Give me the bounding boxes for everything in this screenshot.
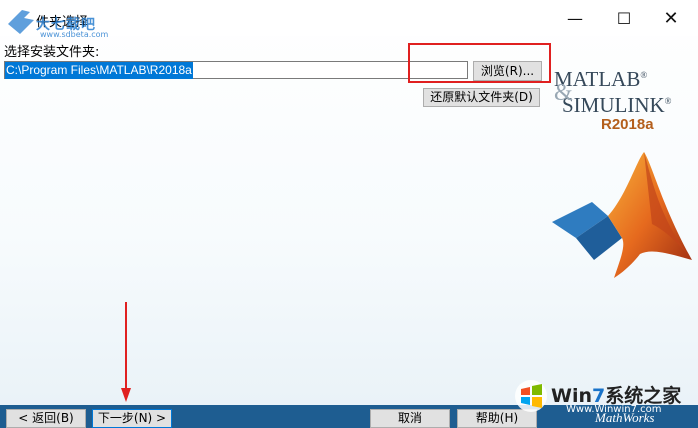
install-path-input[interactable]: C:\Program Files\MATLAB\R2018a (4, 61, 468, 79)
cancel-button[interactable]: 取消 (370, 409, 450, 428)
watermark-site-url: Www.Winwin7.com (566, 404, 662, 415)
windows-logo-icon (515, 380, 547, 412)
restore-default-folder-button[interactable]: 还原默认文件夹(D) (423, 88, 540, 107)
install-path-value: C:\Program Files\MATLAB\R2018a (5, 62, 193, 79)
matlab-membrane-icon (552, 152, 692, 278)
watermark-logo-url: www.sdbeta.com (40, 30, 109, 39)
minimize-button[interactable]: — (552, 5, 598, 33)
release-label: R2018a (601, 116, 654, 133)
red-arrow-annotation-icon (121, 302, 131, 402)
next-button[interactable]: 下一步(N) > (92, 409, 172, 428)
install-folder-label: 选择安装文件夹: (4, 45, 100, 60)
matlab-simulink-logo: MATLAB® SIMULINK® & (554, 67, 672, 117)
back-button[interactable]: < 返回(B) (6, 409, 86, 428)
maximize-button[interactable]: ☐ (601, 5, 647, 33)
brand-ampersand: & (554, 80, 573, 106)
close-button[interactable]: ✕ (648, 5, 694, 33)
site-logo-icon (8, 10, 34, 34)
brand-simulink: SIMULINK (562, 93, 665, 117)
highlight-annotation-box (408, 43, 551, 83)
